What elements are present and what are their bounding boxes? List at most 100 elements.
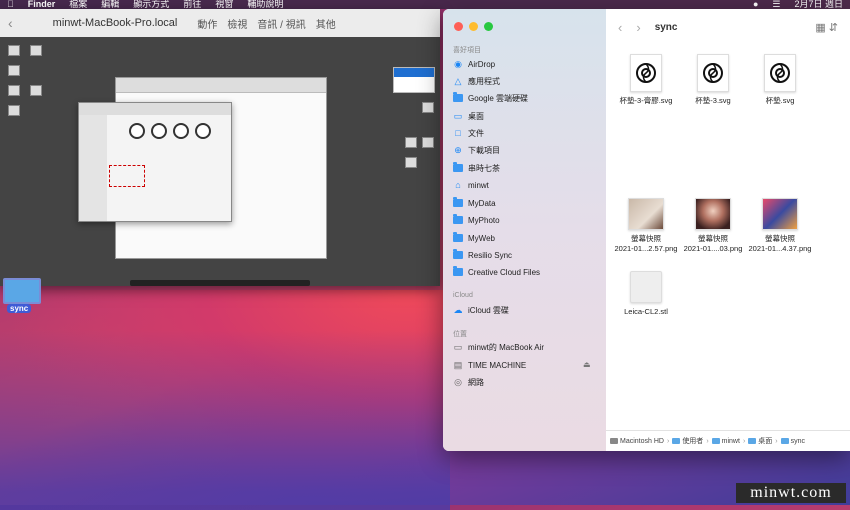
sidebar-item-macbook[interactable]: ▭ minwt的 MacBook Air [453, 339, 544, 355]
svg-file-icon [630, 54, 662, 92]
applications-icon: △ [454, 75, 462, 86]
folder-icon [453, 232, 463, 243]
sidebar-item-myphoto[interactable]: MyPhoto [453, 212, 500, 228]
path-segment[interactable]: 桌面 [748, 436, 772, 446]
network-icon: ◎ [454, 376, 462, 387]
path-segment[interactable]: sync [780, 438, 805, 445]
remote-inner-finder [78, 102, 232, 222]
desktop-sync-folder-label[interactable]: sync [7, 304, 32, 313]
apple-icon[interactable]:  [0, 0, 21, 9]
folder-icon [453, 92, 463, 103]
stl-file-icon [630, 271, 662, 303]
path-segment[interactable]: Macintosh HD [610, 438, 664, 445]
remote-av-menu[interactable]: 音訊 / 視訊 [257, 16, 305, 31]
remote-desktop-icon[interactable] [8, 85, 20, 96]
menu-window[interactable]: 視窗 [208, 0, 240, 9]
remote-desktop-icon[interactable] [30, 85, 42, 96]
menu-view[interactable]: 顯示方式 [126, 0, 176, 9]
sidebar-item-creative-cloud[interactable]: Creative Cloud Files [453, 264, 540, 280]
forward-button[interactable]: › [636, 20, 640, 35]
menu-edit[interactable]: 編輯 [94, 0, 126, 9]
sidebar-item-icloud-drive[interactable]: ☁ iCloud 雲碟 [453, 302, 509, 318]
finder-content[interactable]: ‹ › sync ▦ ⇵ 杯墊-3-膏膠.svg 杯墊-3.svg 杯墊.svg [606, 9, 850, 451]
remote-titlebar: ‹ minwt-MacBook-Pro.local 動作 檢視 音訊 / 視訊 … [0, 9, 440, 38]
sidebar-item-desktop[interactable]: ▭ 桌面 [453, 108, 484, 124]
finder-toolbar: ‹ › sync ▦ ⇵ [606, 9, 850, 45]
file-name: 杯墊.svg [765, 96, 795, 105]
remote-desktop-icon[interactable] [8, 65, 20, 76]
finder-sidebar: 喜好項目 ◉ AirDrop △ 應用程式 Google 雲端硬碟 ▭ 桌面 □ 文件 … [443, 9, 606, 451]
remote-desktop-icon[interactable] [405, 157, 417, 168]
sidebar-item-downloads[interactable]: ⊕ 下載項目 [453, 142, 500, 158]
menu-date[interactable]: 2月7日 週日 [787, 0, 850, 9]
remote-view-menu[interactable]: 檢視 [227, 16, 247, 31]
file-item[interactable]: 杯墊-3-膏膠.svg [611, 54, 681, 106]
sidebar-item-home[interactable]: ⌂ minwt [453, 177, 489, 193]
desktop-sync-folder-icon[interactable] [3, 278, 41, 304]
file-name-line2: 2021-01...4.37.png [748, 244, 812, 253]
watermark: minwt.com [736, 483, 846, 503]
close-button[interactable] [454, 22, 463, 31]
menu-app-name[interactable]: Finder [21, 0, 63, 9]
file-name-line1: 螢幕快照 [765, 234, 795, 243]
menu-bar:  Finder 檔案 編輯 顯示方式 前往 視窗 輔助說明 ● ☰ 2月7日 … [0, 0, 850, 9]
image-file-icon [762, 198, 798, 230]
sidebar-item-google-drive[interactable]: Google 雲端硬碟 [453, 90, 528, 106]
control-center-icon[interactable]: ☰ [765, 0, 787, 9]
sidebar-item-folder[interactable]: 串時七茶 [453, 160, 500, 176]
sidebar-section-icloud: iCloud [453, 292, 473, 299]
remote-desktop-icon[interactable] [422, 137, 434, 148]
svg-file-icon [764, 54, 796, 92]
file-item[interactable]: 杯墊.svg [745, 54, 815, 106]
sidebar-item-time-machine[interactable]: ▤ TIME MACHINE [453, 357, 527, 373]
folder-icon [453, 266, 463, 277]
sidebar-item-network[interactable]: ◎ 網路 [453, 374, 484, 390]
remote-desktop-window[interactable]: ‹ minwt-MacBook-Pro.local 動作 檢視 音訊 / 視訊 … [0, 9, 440, 286]
remote-desktop-icon[interactable] [405, 137, 417, 148]
remote-action-menu[interactable]: 動作 [197, 16, 217, 31]
remote-desktop-icon[interactable] [422, 102, 434, 113]
folder-icon [780, 438, 789, 444]
file-item[interactable]: 螢幕快照 2021-01...4.37.png [745, 198, 815, 254]
folder-title: sync [654, 21, 678, 33]
file-name: 杯墊-3-膏膠.svg [619, 96, 673, 105]
remote-desktop-icon[interactable] [30, 45, 42, 56]
file-item[interactable]: 杯墊-3.svg [678, 54, 748, 106]
menu-go[interactable]: 前往 [176, 0, 208, 9]
sidebar-item-resilio-sync[interactable]: Resilio Sync [453, 247, 512, 263]
file-item[interactable]: 螢幕快照 2021-01...2.57.png [611, 198, 681, 254]
remote-desktop-icon[interactable] [8, 45, 20, 56]
folder-icon [453, 197, 463, 208]
file-name-line2: 2021-01....03.png [683, 244, 743, 253]
wifi-icon[interactable]: ● [746, 0, 765, 9]
finder-window[interactable]: 喜好項目 ◉ AirDrop △ 應用程式 Google 雲端硬碟 ▭ 桌面 □ 文件 … [443, 9, 850, 451]
sidebar-item-applications[interactable]: △ 應用程式 [453, 73, 500, 89]
image-file-icon [628, 198, 664, 230]
back-icon[interactable]: ‹ [8, 15, 13, 31]
file-item[interactable]: Leica-CL2.stl [611, 271, 681, 317]
remote-screen[interactable] [0, 37, 440, 286]
desktop-wallpaper-shade [0, 330, 450, 510]
folder-icon [711, 438, 720, 444]
remote-desktop-icon[interactable] [8, 105, 20, 116]
sidebar-item-documents[interactable]: □ 文件 [453, 125, 484, 141]
path-segment[interactable]: minwt [711, 438, 740, 445]
menu-help[interactable]: 輔助說明 [240, 0, 290, 9]
view-options-icon[interactable]: ▦ ⇵ [815, 21, 838, 34]
sidebar-item-mydata[interactable]: MyData [453, 195, 496, 211]
menu-file[interactable]: 檔案 [62, 0, 94, 9]
back-button[interactable]: ‹ [618, 20, 622, 35]
zoom-button[interactable] [484, 22, 493, 31]
path-segment[interactable]: 使用者 [672, 436, 703, 446]
file-item[interactable]: 螢幕快照 2021-01....03.png [678, 198, 748, 254]
folder-icon [453, 162, 463, 173]
folder-icon [748, 438, 757, 444]
eject-icon[interactable]: ⏏ [583, 360, 591, 369]
sidebar-item-airdrop[interactable]: ◉ AirDrop [453, 56, 495, 72]
sidebar-section-locations: 位置 [453, 331, 467, 338]
sidebar-item-myweb[interactable]: MyWeb [453, 230, 495, 246]
minimize-button[interactable] [469, 22, 478, 31]
teamviewer-panel [393, 67, 435, 93]
home-icon: ⌂ [455, 180, 461, 190]
remote-more-menu[interactable]: 其他 [316, 16, 336, 31]
